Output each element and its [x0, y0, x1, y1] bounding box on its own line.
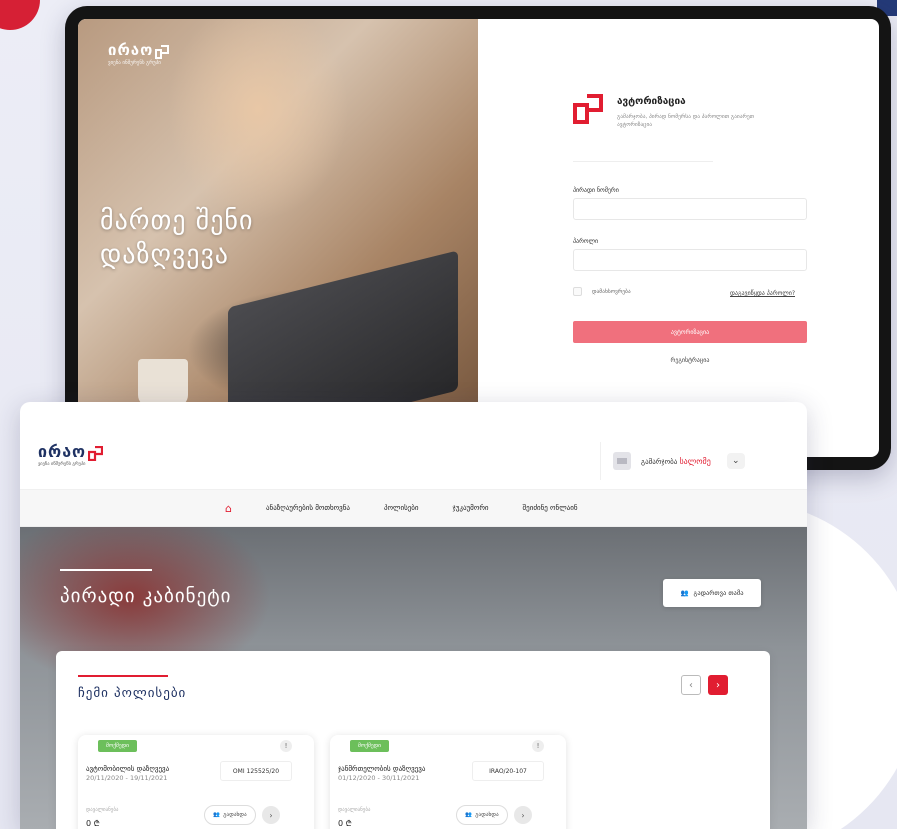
- divider: [573, 161, 713, 162]
- policy-card[interactable]: მოქმედი ! ჯანმრთელობის დაზღვევა 01/12/20…: [330, 735, 566, 829]
- amount-value: 0 ₾: [338, 819, 352, 828]
- greeting-text: გამარჯობა: [641, 457, 678, 466]
- users-icon: 👥: [465, 812, 473, 818]
- brand-mark-icon: [573, 94, 603, 124]
- nav-item-claims[interactable]: ანაზღაურების მოთხოვნა: [266, 504, 350, 512]
- logo-mark-icon: [88, 446, 104, 461]
- mug-illustration: [138, 359, 188, 407]
- info-icon[interactable]: !: [532, 740, 544, 752]
- remember-checkbox[interactable]: [573, 287, 582, 296]
- login-header: ავტორიზაცია გამარჯობა, პირად ნომერსა და …: [573, 94, 767, 129]
- home-icon[interactable]: ⌂: [225, 502, 232, 515]
- policy-type: ავტომობილის დაზღვევა: [86, 765, 170, 773]
- carousel-prev-button[interactable]: ‹: [681, 675, 701, 695]
- users-icon: 👥: [213, 812, 221, 818]
- user-menu[interactable]: გამარჯობა სალომე ⌄: [600, 442, 770, 480]
- password-field[interactable]: [573, 249, 807, 271]
- login-logo: ირაო ვიენა ინშურენს გრუპი: [108, 41, 170, 66]
- pay-label: გადახდა: [475, 812, 499, 818]
- switch-profile-button[interactable]: 👥 გადართვა თამა: [663, 579, 761, 607]
- policy-number: IRAO/20-107: [472, 761, 544, 781]
- amount-label: დავალიანება: [86, 807, 119, 813]
- login-title: ავტორიზაცია: [617, 96, 686, 107]
- user-name: სალომე: [679, 456, 711, 466]
- user-greeting: გამარჯობა სალომე: [641, 457, 711, 466]
- pay-button[interactable]: 👥 გადახდა: [456, 805, 508, 825]
- carousel-next-button[interactable]: ›: [708, 675, 728, 695]
- id-label: პირადი ნომერი: [573, 187, 619, 194]
- logo-mark-icon: [155, 45, 170, 59]
- hero-title-line1: მართე შენი: [100, 206, 254, 236]
- decorative-red-circle: [0, 0, 40, 30]
- policies-title: ჩემი პოლისები: [78, 686, 187, 701]
- info-icon[interactable]: !: [280, 740, 292, 752]
- status-badge: მოქმედი: [350, 740, 390, 752]
- login-form: ავტორიზაცია გამარჯობა, პირად ნომერსა და …: [478, 19, 879, 457]
- id-field[interactable]: [573, 198, 807, 220]
- my-policies-panel: ჩემი პოლისები ‹ › მოქმედი ! ავტომობილის …: [56, 651, 770, 829]
- logo-word: ირაო: [38, 442, 87, 461]
- switch-profile-label: გადართვა თამა: [693, 589, 744, 597]
- status-badge: მოქმედი: [98, 740, 138, 752]
- avatar: [613, 452, 631, 470]
- page-title: პირადი კაბინეტი: [60, 585, 232, 607]
- chevron-right-icon[interactable]: ›: [514, 806, 532, 824]
- hero-title: მართე შენი დაზღვევა: [100, 204, 253, 272]
- policy-dates: 01/12/2020 - 30/11/2021: [338, 774, 420, 782]
- hero-title-line2: დაზღვევა: [100, 240, 229, 270]
- policies-accent-line: [78, 675, 168, 677]
- cabinet-hero: პირადი კაბინეტი 👥 გადართვა თამა ჩემი პოლ…: [20, 527, 807, 829]
- login-hero-image: ირაო ვიენა ინშურენს გრუპი მართე შენი დაზ…: [78, 19, 478, 457]
- login-subtitle: გამარჯობა, პირად ნომერსა და პაროლით გაია…: [617, 114, 755, 128]
- policy-number: OMI 125525/20: [220, 761, 292, 781]
- amount-value: 0 ₾: [86, 819, 100, 828]
- chevron-down-icon[interactable]: ⌄: [726, 453, 745, 469]
- policy-type: ჯანმრთელობის დაზღვევა: [338, 765, 426, 773]
- pay-button[interactable]: 👥 გადახდა: [204, 805, 256, 825]
- tablet-frame: ირაო ვიენა ინშურენს გრუპი მართე შენი დაზ…: [65, 6, 891, 470]
- policy-card[interactable]: მოქმედი ! ავტომობილის დაზღვევა 20/11/202…: [78, 735, 314, 829]
- nav-item-buy-online[interactable]: შეიძინე ონლაინ: [523, 504, 578, 512]
- remember-me[interactable]: დამახსოვრება: [573, 287, 631, 296]
- logo-word: ირაო: [108, 41, 154, 59]
- hero-accent-line: [60, 569, 152, 571]
- password-label: პაროლი: [573, 238, 599, 245]
- nav-item-3[interactable]: ჯუკაუმორი: [453, 504, 489, 512]
- amount-label: დავალიანება: [338, 807, 371, 813]
- policy-dates: 20/11/2020 - 19/11/2021: [86, 774, 168, 782]
- users-icon: 👥: [680, 589, 689, 597]
- login-screen: ირაო ვიენა ინშურენს გრუპი მართე შენი დაზ…: [78, 19, 879, 457]
- dashboard-window: ირაო ვიენა ინშურენს გრუპი გამარჯობა სალო…: [20, 402, 807, 829]
- dashboard-logo[interactable]: ირაო ვიენა ინშურენს გრუპი: [38, 442, 104, 467]
- dashboard-header: ირაო ვიენა ინშურენს გრუპი გამარჯობა სალო…: [20, 402, 807, 490]
- login-button[interactable]: ავტორიზაცია: [573, 321, 807, 343]
- register-link[interactable]: რეგისტრაცია: [573, 357, 807, 364]
- forgot-password-link[interactable]: დაგავიწყდა პაროლი?: [730, 290, 795, 297]
- logo-tagline: ვიენა ინშურენს გრუპი: [108, 60, 161, 66]
- logo-tagline: ვიენა ინშურენს გრუპი: [38, 462, 86, 467]
- nav-item-policies[interactable]: პოლისები: [384, 504, 419, 512]
- main-nav: ⌂ ანაზღაურების მოთხოვნა პოლისები ჯუკაუმო…: [20, 490, 807, 527]
- pay-label: გადახდა: [223, 812, 247, 818]
- remember-label: დამახსოვრება: [592, 288, 631, 295]
- chevron-right-icon[interactable]: ›: [262, 806, 280, 824]
